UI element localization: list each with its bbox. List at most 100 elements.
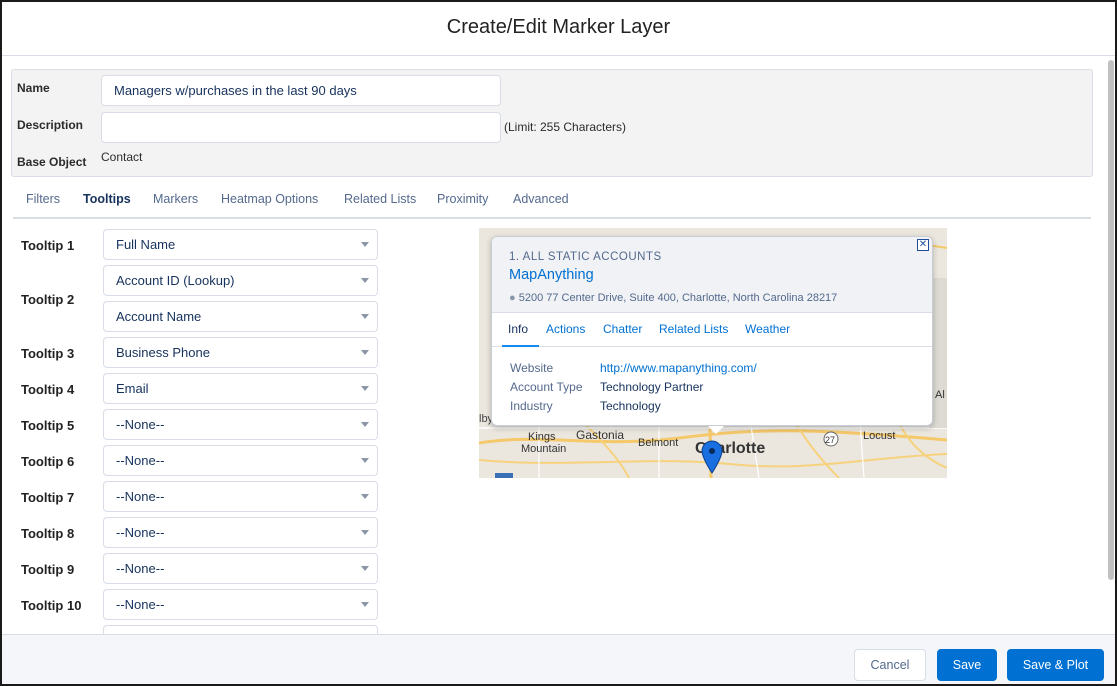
tooltip-label: Tooltip 1 [21,238,75,253]
map-label-kings: Kings [528,431,556,443]
popup-tab-active-indicator [502,345,539,347]
dialog-title: Create/Edit Marker Layer [446,16,671,38]
map-marker-icon[interactable] [701,440,723,474]
popup-record-link[interactable]: MapAnything [509,267,594,283]
tooltip-label: Tooltip 8 [21,526,75,541]
tab-heatmap-options[interactable]: Heatmap Options [221,192,318,206]
chevron-down-icon [361,494,369,499]
scrollbar-thumb[interactable] [1108,60,1114,580]
popup-tab-info[interactable]: Info [508,322,528,336]
tooltip-label: Tooltip 6 [21,454,75,469]
field-value-industry: Technology [600,399,661,413]
tooltip-field-value: --None-- [116,561,165,576]
field-value-account-type: Technology Partner [600,380,704,394]
tooltip-field-select[interactable]: Account Name [103,301,378,332]
dialog-footer: Cancel Save Save & Plot [2,634,1115,684]
tooltip-field-select[interactable]: --None-- [103,445,378,476]
tooltip-field-select[interactable]: --None-- [103,589,378,620]
description-limit-note: (Limit: 255 Characters) [504,120,627,134]
tooltip-field-value: --None-- [116,525,165,540]
field-value-website[interactable]: http://www.mapanything.com/ [600,361,757,375]
tooltip-field-select[interactable]: Full Name [103,229,378,260]
marker-tooltip-popup: 1. ALL STATIC ACCOUNTS MapAnything ● 520… [491,236,933,434]
name-label: Name [17,81,50,95]
base-object-value: Contact [101,150,143,164]
description-input[interactable] [101,112,501,143]
popup-tab-actions[interactable]: Actions [546,322,585,336]
popup-tail [708,426,724,434]
chevron-down-icon [361,422,369,427]
tooltip-field-select[interactable]: --None-- [103,409,378,440]
map-label-locust: Locust [863,430,895,442]
map-label-edge: Al [935,389,945,401]
field-key-account-type: Account Type [510,380,583,394]
popup-address: ● 5200 77 Center Drive, Suite 400, Charl… [509,292,837,304]
tooltip-field-value: --None-- [116,417,165,432]
tooltip-field-value: --None-- [116,597,165,612]
tab-advanced[interactable]: Advanced [513,192,569,206]
map-label-belmont: Belmont [638,437,678,449]
tooltip-field-value: --None-- [116,489,165,504]
body-scrollbar[interactable] [1107,60,1115,630]
layer-tabs: Filters Tooltips Markers Heatmap Options… [13,184,1091,219]
base-object-label: Base Object [17,155,87,169]
chevron-down-icon [361,530,369,535]
popup-tab-related-lists[interactable]: Related Lists [659,322,728,336]
tooltip-field-select[interactable]: --None-- [103,517,378,548]
tooltip-field-value: --None-- [116,453,165,468]
layer-info-panel: Name Managers w/purchases in the last 90… [11,69,1093,177]
tooltip-field-select[interactable]: Business Phone [103,337,378,368]
chevron-down-icon [361,278,369,283]
tooltip-field-value: Business Phone [116,345,210,360]
modal-dialog: Create/Edit Marker Layer Name Managers w… [0,0,1117,686]
name-input[interactable]: Managers w/purchases in the last 90 days [101,75,501,106]
tooltip-field-value: Account Name [116,309,202,324]
description-label: Description [17,118,84,132]
tooltip-field-value: Email [116,381,149,396]
tooltip-label: Tooltip 7 [21,490,75,505]
cancel-button[interactable]: Cancel [854,649,926,681]
tooltip-label: Tooltip 5 [21,418,75,433]
tooltip-field-select[interactable]: --None-- [103,481,378,512]
location-pin-icon: ● [509,292,516,304]
popup-tab-weather[interactable]: Weather [745,322,790,336]
tooltip-label: Tooltip 9 [21,562,75,577]
tooltip-field-value: Account ID (Lookup) [116,273,235,288]
tooltip-field-select[interactable]: Account ID (Lookup) [103,265,378,296]
field-key-website: Website [510,361,554,375]
tooltip-field-select[interactable]: Email [103,373,378,404]
chevron-down-icon [361,350,369,355]
tab-filters[interactable]: Filters [26,192,60,206]
tab-related-lists[interactable]: Related Lists [344,192,416,206]
tooltip-label: Tooltip 10 [21,598,82,613]
tooltip-field-select[interactable]: --None-- [103,553,378,584]
tab-proximity[interactable]: Proximity [437,192,488,206]
save-and-plot-button[interactable]: Save & Plot [1007,649,1104,681]
chevron-down-icon [361,458,369,463]
chevron-down-icon [361,314,369,319]
route-27-label: 27 [825,435,835,445]
chevron-down-icon [361,242,369,247]
tooltip-label: Tooltip 2 [21,292,75,307]
tab-tooltips[interactable]: Tooltips [83,192,131,206]
close-icon[interactable]: ✕ [917,239,929,251]
field-key-industry: Industry [510,399,553,413]
popup-tab-divider [492,346,932,347]
map-label-gastonia: Gastonia [576,428,624,442]
dialog-body[interactable]: Name Managers w/purchases in the last 90… [2,56,1115,634]
tooltip-field-value: Full Name [116,237,176,252]
popup-layer-name: 1. ALL STATIC ACCOUNTS [509,251,662,263]
chevron-down-icon [361,602,369,607]
chevron-down-icon [361,386,369,391]
tooltip-label: Tooltip 3 [21,346,75,361]
popup-address-text: 5200 77 Center Drive, Suite 400, Charlot… [518,292,838,304]
popup-header: 1. ALL STATIC ACCOUNTS MapAnything ● 520… [492,237,932,313]
tooltip-label: Tooltip 4 [21,382,75,397]
tab-markers[interactable]: Markers [153,192,198,206]
popup-tab-chatter[interactable]: Chatter [603,322,642,336]
dialog-header: Create/Edit Marker Layer [2,2,1115,56]
chevron-down-icon [361,566,369,571]
tooltip-field-select[interactable] [103,625,378,634]
save-button[interactable]: Save [937,649,997,681]
map-label-mountain: Mountain [521,443,566,455]
